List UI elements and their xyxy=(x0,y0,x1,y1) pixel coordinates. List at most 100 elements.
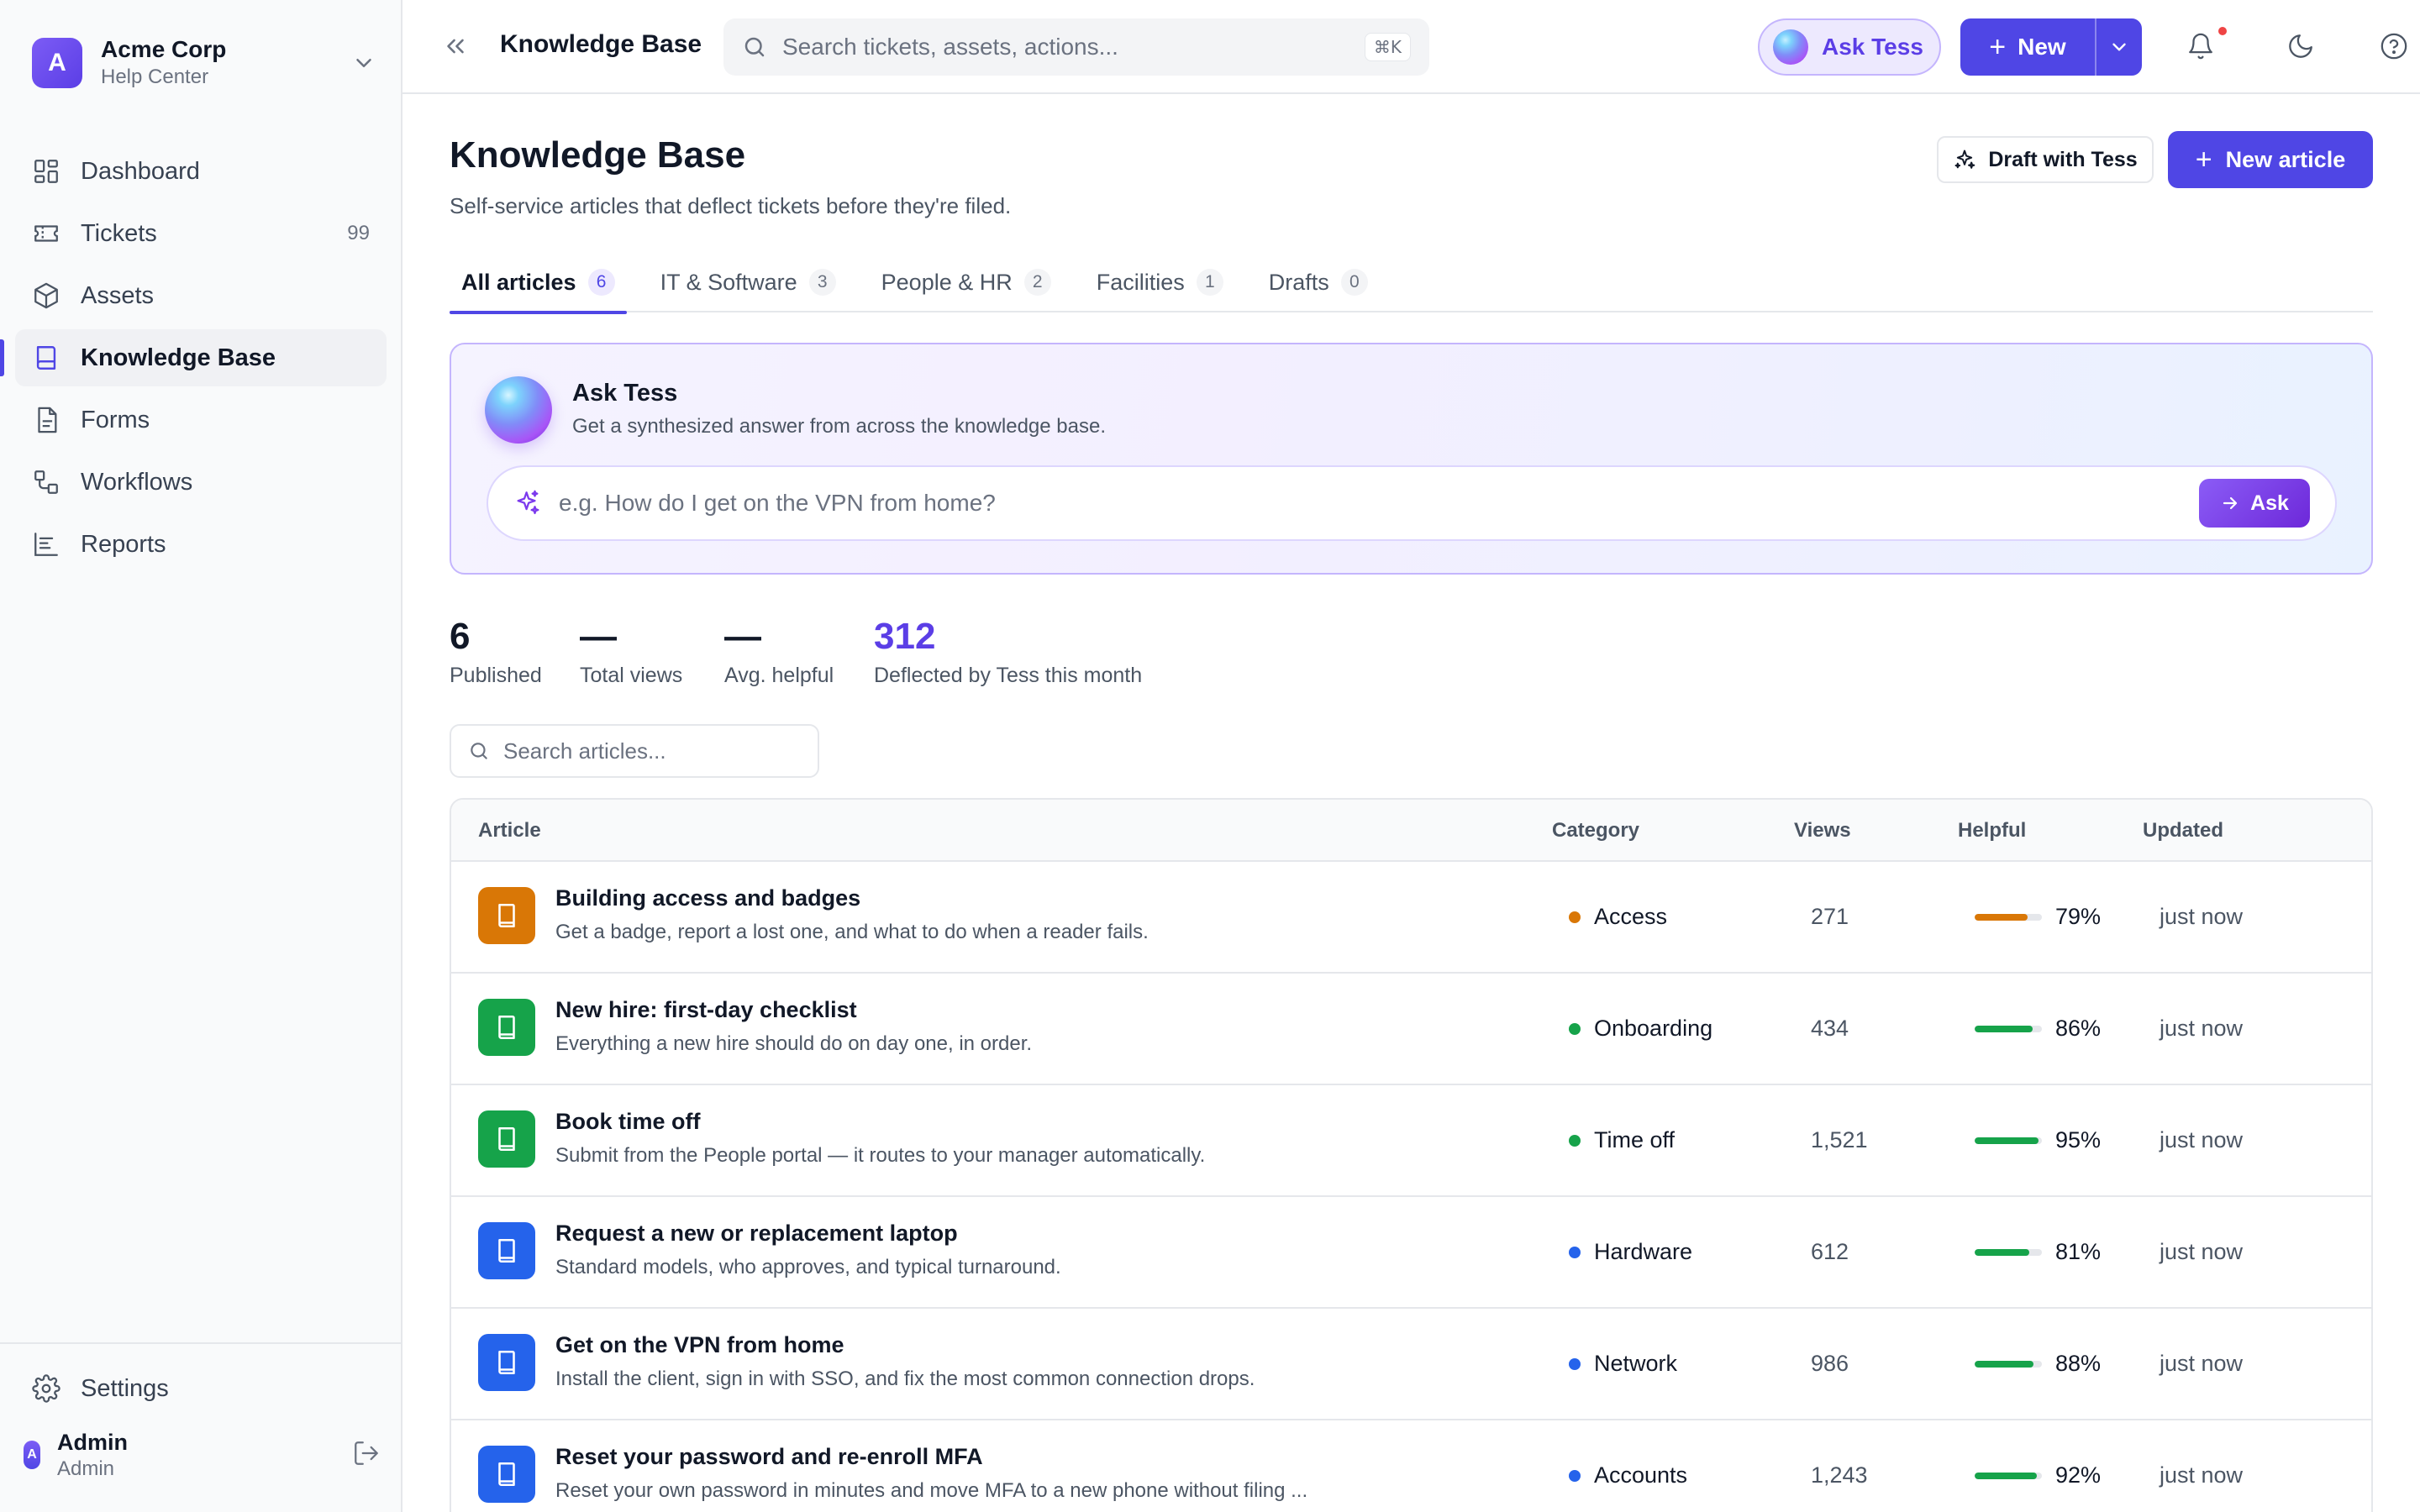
category-label: Time off xyxy=(1594,1127,1676,1152)
article-updated: just now xyxy=(2160,1127,2244,1152)
article-description: Standard models, who approves, and typic… xyxy=(555,1256,1061,1278)
article-helpful: 88% xyxy=(1975,1351,2101,1377)
ask-submit-label: Ask xyxy=(2250,491,2289,515)
tab-label: All articles xyxy=(461,269,576,295)
column-header-article[interactable]: Article xyxy=(478,819,541,843)
column-header-category[interactable]: Category xyxy=(1552,819,1639,843)
org-switcher[interactable]: A Acme Corp Help Center xyxy=(32,35,376,91)
article-helpful: 79% xyxy=(1975,904,2101,930)
article-helpful: 92% xyxy=(1975,1462,2101,1488)
article-search-input[interactable] xyxy=(503,738,801,764)
user-role: Admin xyxy=(57,1457,115,1480)
search-input[interactable] xyxy=(782,34,1365,60)
table-row[interactable]: Building access and badges Get a badge, … xyxy=(451,862,2371,974)
category-label: Accounts xyxy=(1594,1462,1688,1488)
sidebar-item-workflows[interactable]: Workflows xyxy=(15,454,387,511)
category-dot xyxy=(1569,911,1581,923)
tab-count: 1 xyxy=(1196,269,1223,296)
org-name: Acme Corp xyxy=(101,36,227,62)
article-description: Get a badge, report a lost one, and what… xyxy=(555,921,1149,943)
column-header-views[interactable]: Views xyxy=(1794,819,1851,843)
article-description: Submit from the People portal — it route… xyxy=(555,1144,1206,1167)
helpful-bar-fill xyxy=(1975,1472,2037,1479)
article-title[interactable]: Request a new or replacement laptop xyxy=(555,1221,958,1247)
user-name: Admin xyxy=(57,1430,128,1455)
bell-icon[interactable] xyxy=(2186,32,2215,60)
ask-tess-label: Ask Tess xyxy=(1822,34,1923,60)
ask-tess-button[interactable]: Ask Tess xyxy=(1758,18,1941,76)
table-row[interactable]: Reset your password and re-enroll MFA Re… xyxy=(451,1420,2371,1512)
helpful-bar-fill xyxy=(1975,1137,2039,1144)
article-title[interactable]: Get on the VPN from home xyxy=(555,1332,844,1358)
new-primary-button[interactable]: + New xyxy=(1960,18,2095,76)
stat-deflected: 312 Deflected by Tess this month xyxy=(874,613,1142,688)
article-category: Network xyxy=(1569,1351,1677,1377)
helpful-bar xyxy=(1975,1360,2042,1368)
article-title[interactable]: Book time off xyxy=(555,1109,701,1135)
ask-submit-button[interactable]: Ask xyxy=(2199,479,2310,528)
category-dot xyxy=(1569,1022,1581,1035)
chevron-down-icon[interactable] xyxy=(351,50,376,76)
category-dot xyxy=(1569,1134,1581,1147)
new-button: + New xyxy=(1960,18,2142,76)
form-icon xyxy=(32,406,60,434)
article-title[interactable]: Reset your password and re-enroll MFA xyxy=(555,1444,983,1470)
tab-label: Facilities xyxy=(1096,269,1185,295)
sidebar-item-assets[interactable]: Assets xyxy=(15,267,387,324)
sidebar-item-knowledge-base[interactable]: Knowledge Base xyxy=(0,329,387,386)
logout-icon[interactable] xyxy=(352,1439,381,1472)
article-views: 271 xyxy=(1811,904,1849,929)
article-book-icon xyxy=(478,1222,535,1279)
article-views: 986 xyxy=(1811,1351,1849,1376)
tab-facilities[interactable]: Facilities 1 xyxy=(1085,252,1235,312)
plus-icon: + xyxy=(2195,143,2212,176)
sidebar-item-count: 99 xyxy=(347,222,370,244)
column-header-helpful[interactable]: Helpful xyxy=(1958,819,2026,843)
article-updated: just now xyxy=(2160,1239,2244,1264)
new-article-button[interactable]: + New article xyxy=(2168,131,2373,188)
tab-it-software[interactable]: IT & Software 3 xyxy=(649,252,848,312)
article-title[interactable]: Building access and badges xyxy=(555,885,860,911)
sidebar-item-settings[interactable]: Settings xyxy=(32,1368,169,1410)
table-row[interactable]: New hire: first-day checklist Everything… xyxy=(451,974,2371,1085)
sidebar-item-tickets[interactable]: Tickets 99 xyxy=(15,205,387,262)
column-header-updated[interactable]: Updated xyxy=(2143,819,2223,843)
user-profile[interactable]: A Admin Admin xyxy=(24,1428,381,1482)
article-title[interactable]: New hire: first-day checklist xyxy=(555,997,857,1023)
sidebar-item-reports[interactable]: Reports xyxy=(15,516,387,573)
stat-total-views: — Total views xyxy=(580,613,682,688)
tab-drafts[interactable]: Drafts 0 xyxy=(1257,252,1380,312)
search-icon xyxy=(471,743,487,759)
tab-count: 6 xyxy=(587,269,615,296)
category-dot xyxy=(1569,1246,1581,1258)
workflow-icon xyxy=(32,468,60,496)
ask-input-box: Ask xyxy=(487,465,2337,541)
sidebar-item-label: Dashboard xyxy=(81,157,200,185)
moon-icon[interactable] xyxy=(2286,32,2315,60)
helpful-bar-fill xyxy=(1975,1360,2034,1368)
sidebar: A Acme Corp Help Center Dashboard Ticket… xyxy=(0,0,402,1512)
article-views: 1,521 xyxy=(1811,1127,1868,1152)
ask-question-input[interactable] xyxy=(559,490,2199,517)
tab-people-hr[interactable]: People & HR 2 xyxy=(870,252,1063,312)
sidebar-item-dashboard[interactable]: Dashboard xyxy=(15,143,387,200)
collapse-sidebar-icon[interactable] xyxy=(441,32,470,60)
table-row[interactable]: Book time off Submit from the People por… xyxy=(451,1085,2371,1197)
global-search[interactable]: ⌘K xyxy=(723,18,1429,76)
helpful-percent: 81% xyxy=(2055,1239,2102,1264)
page-title: Knowledge Base xyxy=(450,134,746,176)
table-row[interactable]: Get on the VPN from home Install the cli… xyxy=(451,1309,2371,1420)
helpful-percent: 86% xyxy=(2055,1016,2102,1041)
tab-label: IT & Software xyxy=(660,269,797,295)
help-icon[interactable] xyxy=(2380,32,2408,60)
ask-panel-subtitle: Get a synthesized answer from across the… xyxy=(572,415,1106,438)
table-row[interactable]: Request a new or replacement laptop Stan… xyxy=(451,1197,2371,1309)
sidebar-item-label: Reports xyxy=(81,530,166,558)
stat-label: Deflected by Tess this month xyxy=(874,664,1143,687)
sidebar-item-forms[interactable]: Forms xyxy=(15,391,387,449)
tab-all-articles[interactable]: All articles 6 xyxy=(450,252,627,314)
sidebar-item-label: Tickets xyxy=(81,219,157,247)
new-dropdown-button[interactable] xyxy=(2095,18,2142,76)
draft-with-tess-button[interactable]: Draft with Tess xyxy=(1937,136,2154,183)
stat-value: 6 xyxy=(450,616,471,657)
